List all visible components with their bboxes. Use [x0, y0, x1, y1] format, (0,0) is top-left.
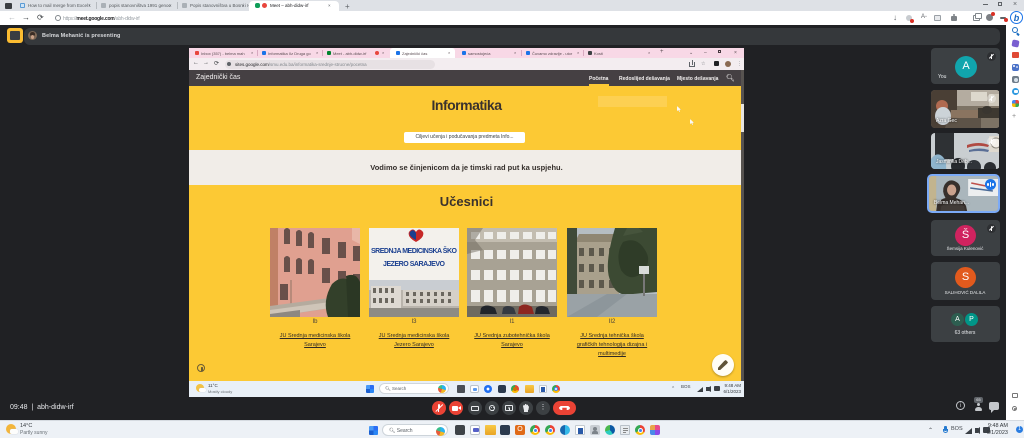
svg-text:JEZERO SARAJEVO: JEZERO SARAJEVO	[383, 261, 446, 268]
svg-text:SREDNJA MEDICINSKA ŠKO: SREDNJA MEDICINSKA ŠKO	[371, 246, 458, 255]
